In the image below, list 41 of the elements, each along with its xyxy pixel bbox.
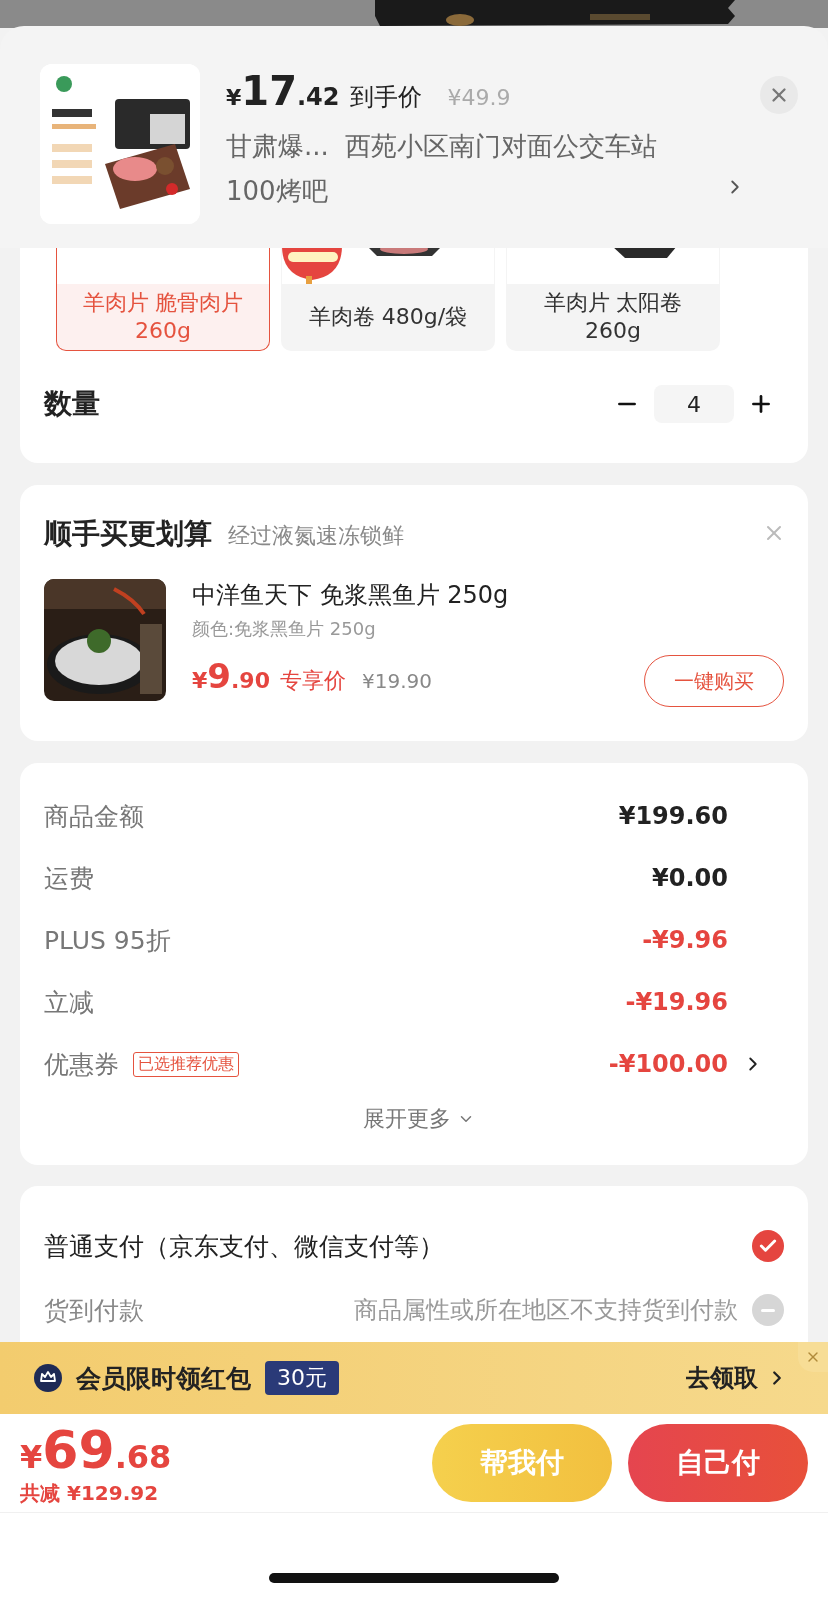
spec-option[interactable]: 羊肉片 脆骨肉片 260g <box>56 246 270 351</box>
radio-button[interactable] <box>752 1230 784 1262</box>
summary-value: ¥199.60 <box>618 802 728 830</box>
pay-button[interactable]: 自己付 <box>628 1424 808 1502</box>
buy-button[interactable]: 一键购买 <box>644 655 784 707</box>
price-label: 到手价 <box>349 82 422 113</box>
product-name: 中洋鱼天下 免浆黑鱼片 250g <box>192 580 510 611</box>
summary-label: 立减 <box>44 986 94 1019</box>
total-price: ¥69.68 <box>20 1419 172 1480</box>
summary-value: -¥19.96 <box>625 988 728 1016</box>
original-price: ¥49.9 <box>447 85 511 110</box>
summary-label: 运费 <box>44 862 94 895</box>
total-saving: 共减 ¥129.92 <box>20 1479 160 1507</box>
summary-value: ¥0.00 <box>652 864 728 892</box>
price: ¥9.90 <box>192 655 270 696</box>
quantity-label: 数量 <box>44 386 100 422</box>
delivery-address: 甘肃爆... 西苑小区南门对面公交车站100烤吧 <box>226 130 659 208</box>
payment-option[interactable]: 普通支付（京东支付、微信支付等） <box>44 1229 444 1263</box>
crown-icon <box>34 1364 62 1392</box>
banner-text: 会员限时领红包 <box>76 1362 251 1395</box>
price-label: 专享价 <box>279 666 346 695</box>
summary-label: 商品金额 <box>44 800 144 833</box>
summary-value: -¥100.00 <box>608 1050 728 1078</box>
close-icon[interactable] <box>760 76 798 114</box>
expand-more-link[interactable]: 展开更多 <box>357 1103 481 1135</box>
quantity-field[interactable]: 4 <box>654 385 734 423</box>
product-spec: 颜色:免浆黑鱼片 250g <box>192 617 377 641</box>
spec-option[interactable]: 羊肉卷 480g/袋 <box>281 246 495 351</box>
summary-label: 优惠券 <box>44 1048 119 1081</box>
section-title: 顺手买更划算 <box>44 516 212 552</box>
section-subtitle: 经过液氮速冻锁鲜 <box>228 522 404 550</box>
spec-option[interactable]: 羊肉片 太阳卷 260g <box>506 246 720 351</box>
payment-note: 商品属性或所在地区不支持货到付款 <box>354 1295 738 1326</box>
price: ¥17.42 <box>226 68 340 114</box>
claim-link[interactable]: 去领取 <box>686 1362 788 1394</box>
coupon-tag: 已选推荐优惠 <box>133 1051 239 1077</box>
amount-badge: 30元 <box>265 1361 339 1395</box>
summary-label: PLUS 95折 <box>44 924 171 957</box>
minus-icon <box>761 1308 775 1312</box>
original-price: ¥19.90 <box>361 668 432 693</box>
summary-value: -¥9.96 <box>642 926 728 954</box>
